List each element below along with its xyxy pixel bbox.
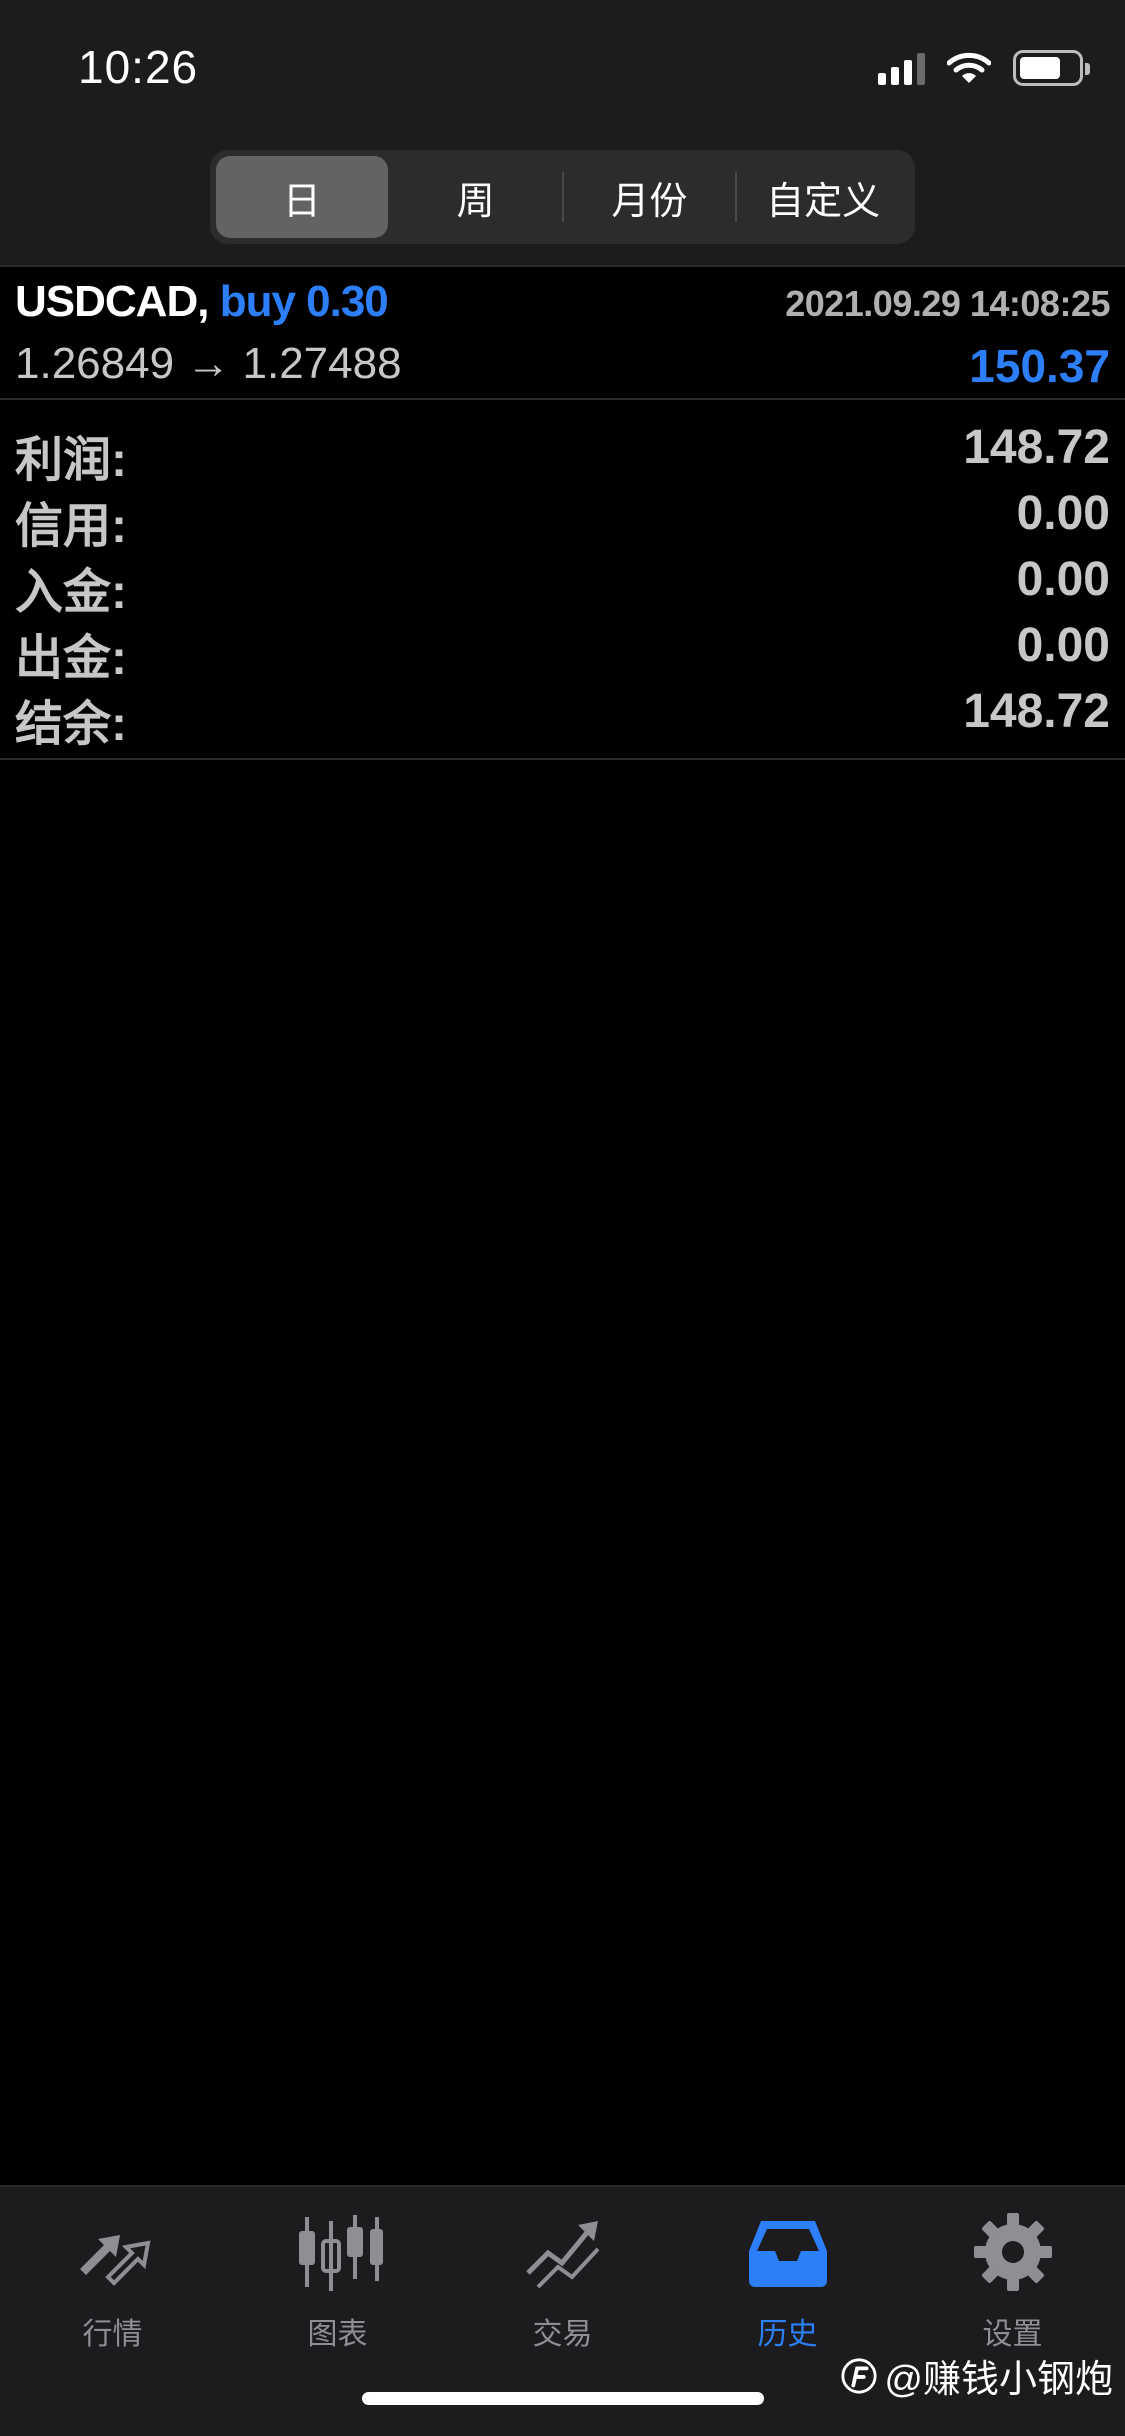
- home-indicator[interactable]: [362, 2392, 764, 2405]
- nav-quotes[interactable]: 行情: [0, 2207, 225, 2357]
- nav-label: 图表: [307, 2318, 368, 2351]
- deal-prices: 1.26849 → 1.27488: [15, 339, 402, 388]
- trade-icon: [525, 2221, 599, 2289]
- nav-label: 历史: [757, 2318, 818, 2351]
- period-segmented-control: 日 周 月份 自定义: [210, 150, 915, 244]
- symbol-text: USDCAD,: [15, 277, 209, 326]
- tab-custom[interactable]: 自定义: [737, 156, 909, 238]
- nav-history[interactable]: 历史: [675, 2207, 900, 2357]
- gear-icon: [973, 2213, 1052, 2291]
- summary-panel: 利润: 148.72 信用: 0.00 入金: 0.00 出金: 0.00 结余…: [0, 400, 1125, 760]
- watermark-text: @赚钱小钢炮: [884, 2359, 1113, 2401]
- nav-label: 交易: [532, 2318, 593, 2351]
- cellular-signal-icon: [878, 51, 925, 85]
- tab-week[interactable]: 周: [390, 156, 562, 238]
- summary-value: 148.72: [963, 421, 1110, 474]
- summary-row-withdrawal: 出金: 0.00: [0, 612, 1125, 685]
- summary-row-profit: 利润: 148.72: [0, 414, 1125, 487]
- summary-row-credit: 信用: 0.00: [0, 480, 1125, 553]
- nav-label: 设置: [982, 2318, 1043, 2351]
- nav-chart[interactable]: 图表: [225, 2207, 450, 2357]
- watermark-logo-icon: [841, 2357, 877, 2394]
- deal-row[interactable]: USDCAD, buy 0.30 2021.09.29 14:08:25 1.2…: [0, 265, 1125, 400]
- summary-value: 148.72: [963, 685, 1110, 738]
- candlestick-chart-icon: [298, 2215, 383, 2291]
- quotes-icon: [79, 2235, 150, 2286]
- screen: 10:26 日 周 月份 自定义 USDCAD, buy 0.30 2021.0…: [0, 0, 1125, 2436]
- deal-datetime: 2021.09.29 14:08:25: [785, 283, 1110, 324]
- wifi-icon: [947, 52, 991, 83]
- watermark: @赚钱小钢炮: [840, 2348, 1113, 2403]
- summary-row-deposit: 入金: 0.00: [0, 546, 1125, 619]
- battery-icon: [1013, 50, 1090, 86]
- nav-trade[interactable]: 交易: [450, 2207, 675, 2357]
- summary-value: 0.00: [1016, 553, 1110, 606]
- summary-value: 0.00: [1016, 619, 1110, 672]
- summary-label: 结余:: [15, 698, 127, 751]
- tab-month[interactable]: 月份: [564, 156, 736, 238]
- nav-settings[interactable]: 设置: [900, 2207, 1125, 2357]
- deal-profit: 150.37: [969, 340, 1110, 392]
- summary-value: 0.00: [1016, 487, 1110, 540]
- tab-day[interactable]: 日: [216, 156, 388, 238]
- history-inbox-icon: [748, 2221, 827, 2287]
- status-icons: [878, 50, 1090, 86]
- status-bar: 10:26: [0, 0, 1125, 140]
- deal-symbol: USDCAD, buy 0.30: [15, 277, 389, 327]
- status-time: 10:26: [78, 41, 199, 93]
- header: 10:26 日 周 月份 自定义: [0, 0, 1125, 265]
- summary-row-balance: 结余: 148.72: [0, 678, 1125, 751]
- deal-side: buy 0.30: [219, 277, 389, 326]
- nav-label: 行情: [82, 2318, 143, 2351]
